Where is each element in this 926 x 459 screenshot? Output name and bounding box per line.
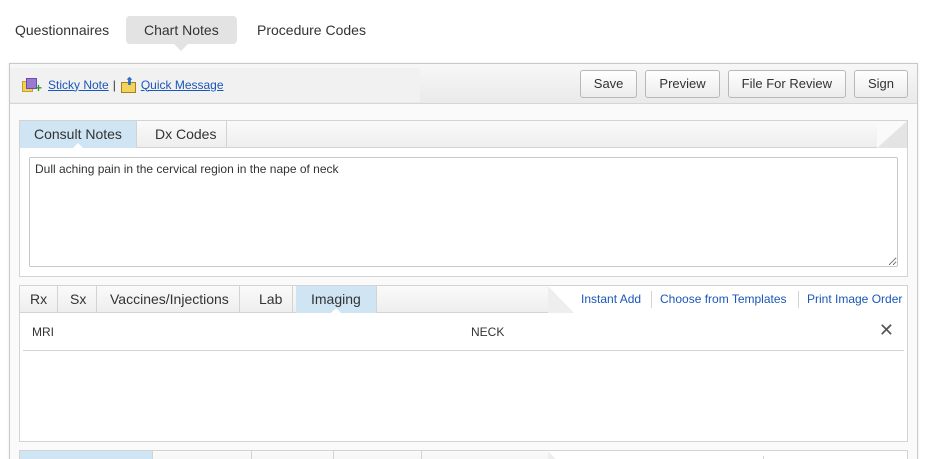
file-for-review-button[interactable]: File For Review [727, 70, 846, 98]
tab-lab[interactable]: Lab [249, 286, 294, 313]
tab-procedure-codes[interactable]: Procedure Codes [239, 16, 384, 44]
chart-notes-panel: + Sticky Note | ⬆ Quick Message Save Pre… [9, 63, 918, 459]
imaging-test: MRI [32, 325, 54, 339]
save-button[interactable]: Save [579, 70, 638, 98]
quick-message-link[interactable]: Quick Message [141, 78, 224, 92]
treatment-tab-bar: Treatment Notes Instructions Followup Ha… [20, 451, 907, 459]
tab-dx-codes[interactable]: Dx Codes [145, 121, 228, 148]
tab-instructions[interactable]: Instructions [159, 451, 252, 459]
orders-tab-bar: Rx Sx Vaccines/Injections Lab Imaging In… [20, 286, 907, 314]
action-separator [798, 291, 799, 308]
toolbar-links-edge [378, 68, 420, 102]
tab-chart-notes[interactable]: Chart Notes [126, 16, 237, 51]
toolbar-buttons: Save Preview File For Review Sign [579, 70, 908, 98]
sticky-note-icon[interactable]: + [22, 77, 42, 94]
choose-from-templates-link[interactable]: Choose from Templates [772, 451, 899, 459]
consult-notes-panel: Consult Notes Dx Codes Dull aching pain … [19, 120, 908, 277]
choose-from-templates-link[interactable]: Choose from Templates [660, 286, 787, 313]
tab-questionnaires[interactable]: Questionnaires [0, 16, 127, 44]
consult-notes-textarea[interactable]: Dull aching pain in the cervical region … [29, 157, 898, 267]
treatment-actions-edge [548, 451, 574, 459]
sticky-note-link[interactable]: Sticky Note [48, 78, 109, 92]
orders-panel: Rx Sx Vaccines/Injections Lab Imaging In… [19, 285, 908, 442]
tab-consult-notes[interactable]: Consult Notes [20, 121, 137, 149]
imaging-row: MRI NECK ✕ [23, 313, 904, 351]
top-tab-bar: Questionnaires Chart Notes Procedure Cod… [0, 0, 926, 56]
tab-rx[interactable]: Rx [20, 286, 59, 313]
tab-vaccines-injections[interactable]: Vaccines/Injections [100, 286, 240, 313]
orders-actions-edge [548, 286, 574, 313]
tab-treatment-notes[interactable]: Treatment Notes [20, 451, 153, 459]
tab-followup[interactable]: Followup [257, 451, 335, 459]
tab-bar-corner [877, 121, 907, 148]
consult-tab-bar: Consult Notes Dx Codes [20, 121, 907, 149]
best-treatment-link[interactable]: Best Treatment [667, 451, 748, 459]
tab-imaging[interactable]: Imaging [296, 286, 377, 314]
print-image-order-link[interactable]: Print Image Order [807, 286, 902, 313]
instant-add-link[interactable]: Instant Add [581, 286, 641, 313]
tab-sx[interactable]: Sx [60, 286, 98, 313]
remove-icon[interactable]: ✕ [879, 321, 894, 339]
sign-button[interactable]: Sign [853, 70, 908, 98]
quick-message-icon[interactable]: ⬆ [120, 76, 137, 93]
action-separator [651, 291, 652, 308]
preview-button[interactable]: Preview [645, 70, 720, 98]
link-separator: | [112, 77, 116, 92]
tab-handouts[interactable]: Handouts [341, 451, 422, 459]
toolbar-links: + Sticky Note | ⬆ Quick Message [22, 76, 224, 94]
imaging-region: NECK [471, 325, 505, 339]
treatment-panel: Treatment Notes Instructions Followup Ha… [19, 450, 908, 459]
toolbar: + Sticky Note | ⬆ Quick Message Save Pre… [10, 64, 917, 104]
